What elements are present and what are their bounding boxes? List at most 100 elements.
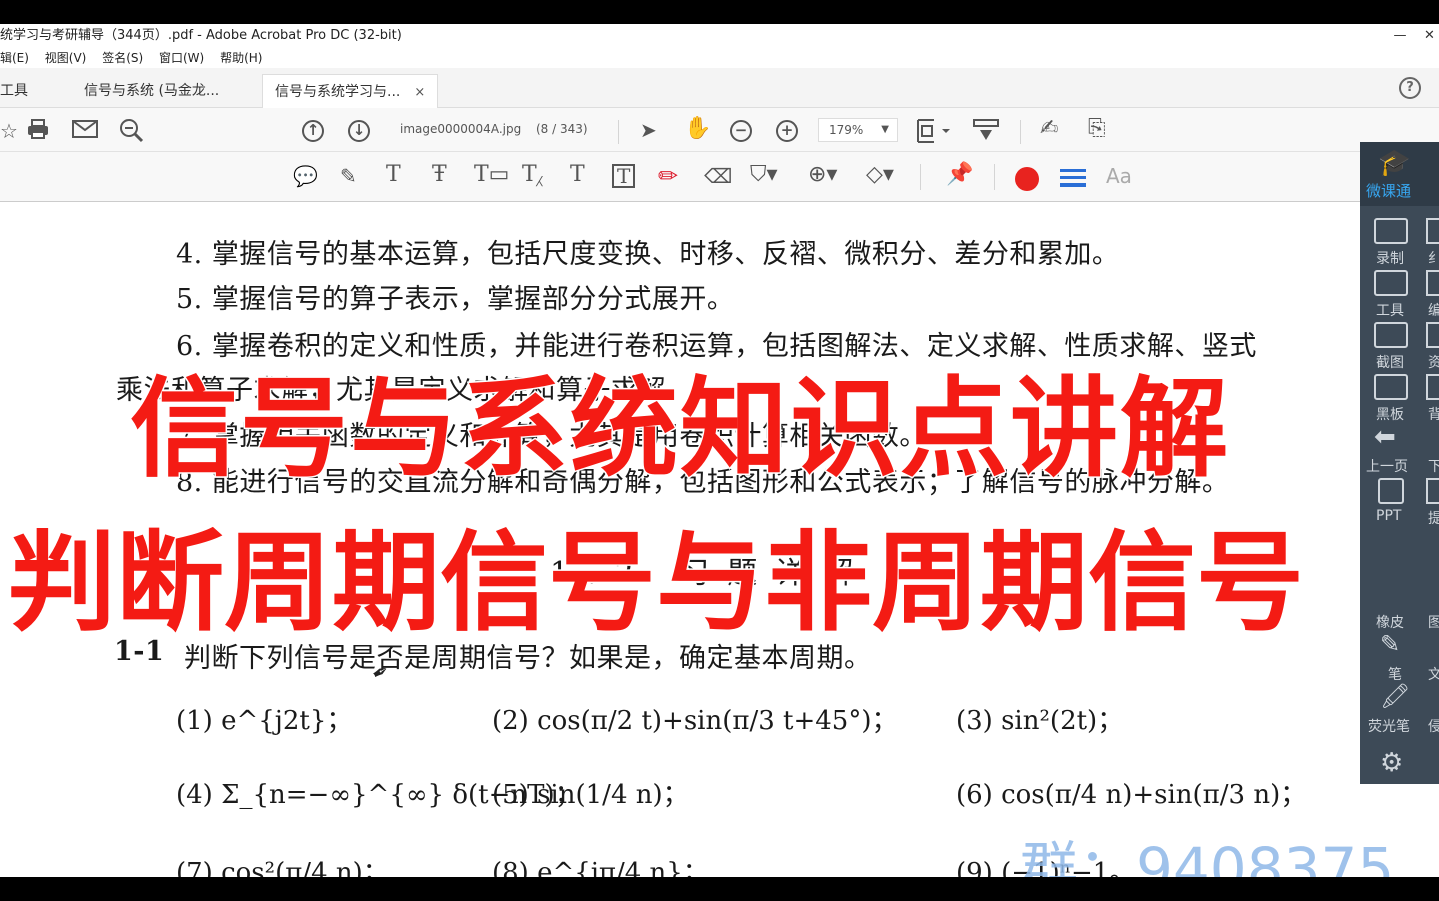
page-label-field[interactable]: image0000004A.jpg xyxy=(400,122,521,136)
tab-document-2-label: 信号与系统学习与... xyxy=(275,84,401,100)
pen-icon: ✎ xyxy=(1380,630,1401,658)
side-item-label-2: 提 xyxy=(1428,511,1439,527)
tab-document-1[interactable]: 信号与系统 (马金龙... xyxy=(84,74,219,108)
shapes-icon[interactable]: ◇▾ xyxy=(866,164,894,186)
attach-icon[interactable]: ⊕▾ xyxy=(808,164,837,186)
draw-pencil-icon[interactable]: ✏ xyxy=(658,164,678,188)
side-item-label-2: 侵 xyxy=(1428,719,1439,735)
doc-line-5: 5. 掌握信号的算子表示，掌握部分分式展开。 xyxy=(176,284,735,315)
video-letterbox-bottom xyxy=(0,877,1439,901)
graduation-cap-icon: 🎓 xyxy=(1378,148,1411,178)
title-bar: 统学习与考研辅导（344页）.pdf - Adobe Acrobat Pro D… xyxy=(0,24,1439,48)
replace-text-icon[interactable]: T▭ xyxy=(474,164,509,186)
star-icon[interactable]: ☆ xyxy=(0,121,18,141)
side-item-label-2: 图 xyxy=(1428,615,1439,631)
extra-icon xyxy=(1426,478,1439,504)
blackboard-icon xyxy=(1374,374,1408,400)
close-button[interactable]: ✕ xyxy=(1420,24,1439,48)
extra-icon xyxy=(1426,218,1439,244)
underline-text-icon[interactable]: T xyxy=(386,164,401,186)
text-box-icon[interactable]: T xyxy=(612,164,636,188)
extra-icon xyxy=(1426,270,1439,296)
side-item-label: 笔 xyxy=(1388,667,1402,683)
overlay-caption-1: 信号与系统知识点讲解 xyxy=(128,366,1231,494)
acrobat-window: 统学习与考研辅导（344页）.pdf - Adobe Acrobat Pro D… xyxy=(0,24,1439,877)
side-item-highlighter[interactable]: 🖍 荧光笔 侵 xyxy=(1360,682,1439,735)
tab-document-2[interactable]: 信号与系统学习与... × xyxy=(262,74,439,108)
print-icon[interactable] xyxy=(26,118,50,140)
minimize-button[interactable]: — xyxy=(1380,24,1420,48)
highlight-icon[interactable]: ✎ xyxy=(340,166,357,186)
insert-text-icon[interactable]: T⁁ xyxy=(522,164,542,186)
qq-group-watermark: 群：9408375 xyxy=(1020,835,1395,877)
side-item-tools[interactable]: 工具 编 xyxy=(1360,266,1439,319)
side-item-prev-page[interactable]: ⬅ 上一页 下 xyxy=(1360,422,1439,475)
line-weight-icon[interactable] xyxy=(1060,168,1086,188)
share-icon[interactable]: ⎘ xyxy=(1088,118,1106,140)
zoom-level-value: 179% xyxy=(829,123,864,137)
scroll-mode-icon[interactable] xyxy=(972,118,1000,144)
page-count: (8 / 343) xyxy=(536,122,588,136)
tab-close-icon[interactable]: × xyxy=(414,85,425,100)
side-item-label-2: 纟 xyxy=(1428,251,1439,267)
overlay-caption-2: 判断周期信号与非周期信号 xyxy=(6,520,1305,648)
select-arrow-icon[interactable]: ➤ xyxy=(640,120,657,140)
side-panel-header: 🎓 微课通 xyxy=(1360,142,1439,206)
toolbar-separator xyxy=(994,164,995,190)
tab-bar: 工具 信号与系统 (马金龙... 信号与系统学习与... × ? xyxy=(0,68,1439,108)
side-item-label-2: 下 xyxy=(1428,459,1439,475)
camera-icon xyxy=(1374,218,1408,244)
hand-tool-icon[interactable]: ✋ xyxy=(684,118,711,140)
tab-tools[interactable]: 工具 xyxy=(0,74,28,108)
problem-item-7: (7) cos²(π/4 n)； xyxy=(176,858,389,877)
pin-icon[interactable]: 📌 xyxy=(946,164,973,186)
sign-pen-icon[interactable]: ✍ xyxy=(1040,118,1058,140)
add-text-icon[interactable]: T xyxy=(570,164,585,186)
doc-line-4: 4. 掌握信号的基本运算，包括尺度变换、时移、反褶、微积分、差分和累加。 xyxy=(176,239,1120,270)
zoom-in-icon[interactable]: + xyxy=(776,120,798,142)
side-item-label: 录制 xyxy=(1376,251,1404,267)
side-item-pen[interactable]: ✎ 笔 文 xyxy=(1360,630,1439,683)
extra-icon xyxy=(1426,374,1439,400)
strikethrough-icon[interactable]: Ŧ xyxy=(432,164,447,186)
menu-help[interactable]: 帮助(H) xyxy=(220,51,262,65)
side-panel: 🎓 微课通 录制纟 工具编 截图资 黑板背 ⬅ 上一页下 PPT 提 橡皮图 ✎… xyxy=(1360,142,1439,784)
problem-item-1: (1) e^{j2t}； xyxy=(176,706,353,736)
next-page-icon[interactable]: ↓ xyxy=(348,120,370,142)
help-icon[interactable]: ? xyxy=(1399,77,1421,99)
font-settings-button[interactable]: Aa xyxy=(1106,166,1132,186)
toolbar-separator xyxy=(1020,120,1021,144)
stamp-icon[interactable]: ⛉▾ xyxy=(750,164,778,186)
zoom-level-select[interactable]: 179% ▼ xyxy=(818,118,898,142)
problem-item-8: (8) e^{jπ/4 n}； xyxy=(492,858,709,877)
mail-icon[interactable] xyxy=(72,120,98,138)
side-item-blackboard[interactable]: 黑板 背 xyxy=(1360,370,1439,423)
eraser-icon[interactable]: ⌫ xyxy=(704,166,732,186)
comment-icon[interactable]: 💬 xyxy=(293,166,318,186)
chevron-down-icon: ▼ xyxy=(881,124,889,135)
side-item-eraser[interactable]: 橡皮 图 xyxy=(1360,578,1439,631)
problem-item-5: (5) sin(1/4 n)； xyxy=(492,780,689,810)
side-item-label-2: 资 xyxy=(1428,355,1439,371)
side-item-record[interactable]: 录制 纟 xyxy=(1360,214,1439,267)
menu-sign[interactable]: 签名(S) xyxy=(102,51,143,65)
menu-edit[interactable]: 辑(E) xyxy=(0,51,29,65)
problem-item-2: (2) cos(π/2 t)+sin(π/3 t+45°)； xyxy=(492,706,898,736)
video-letterbox-top xyxy=(0,0,1439,24)
main-toolbar xyxy=(0,108,1439,152)
search-icon[interactable] xyxy=(118,117,144,143)
side-item-label: PPT xyxy=(1376,508,1402,524)
side-item-label: 荧光笔 xyxy=(1368,719,1410,735)
menu-window[interactable]: 窗口(W) xyxy=(159,51,204,65)
side-item-label: 上一页 xyxy=(1366,459,1408,475)
toolbox-icon xyxy=(1374,270,1408,296)
record-color-icon[interactable] xyxy=(1015,167,1039,191)
previous-page-icon[interactable]: ↑ xyxy=(302,120,324,142)
side-item-screenshot[interactable]: 截图 资 xyxy=(1360,318,1439,371)
gear-icon[interactable]: ⚙ xyxy=(1380,748,1403,778)
side-item-ppt[interactable]: PPT 提 xyxy=(1360,474,1439,527)
fit-page-icon[interactable] xyxy=(916,118,950,144)
side-item-label-2: 背 xyxy=(1428,407,1439,423)
zoom-out-icon[interactable]: − xyxy=(730,120,752,142)
menu-view[interactable]: 视图(V) xyxy=(45,51,87,65)
